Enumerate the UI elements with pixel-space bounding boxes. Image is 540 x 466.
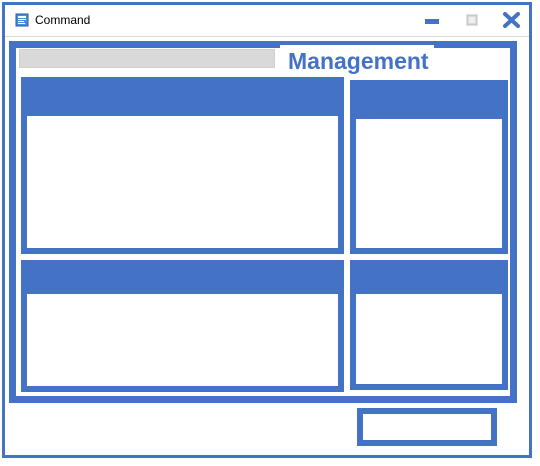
window-title: Command — [35, 13, 91, 27]
title-bar[interactable]: Command — [5, 5, 529, 35]
panel-header — [356, 86, 502, 119]
title-separator — [5, 36, 529, 37]
panel-body — [358, 298, 500, 382]
panel-header — [27, 266, 338, 294]
maximize-button[interactable] — [463, 12, 483, 28]
panel-header — [27, 83, 338, 116]
panel-header — [356, 266, 502, 294]
panel-top-right — [350, 80, 508, 254]
panel-bottom-right — [350, 260, 508, 390]
panel-body — [29, 298, 336, 384]
page-heading: Management — [280, 45, 434, 77]
minimize-button[interactable] — [423, 12, 443, 28]
close-icon — [503, 12, 520, 28]
panel-body — [29, 120, 336, 246]
panel-top-left — [21, 77, 344, 254]
panel-bottom-left — [21, 260, 344, 392]
app-window-icon — [15, 13, 29, 27]
maximize-icon — [466, 14, 478, 26]
search-input[interactable] — [19, 49, 275, 68]
panel-body — [358, 123, 500, 246]
minimize-icon — [425, 19, 439, 24]
action-button[interactable] — [357, 408, 497, 446]
close-button[interactable] — [502, 12, 522, 28]
